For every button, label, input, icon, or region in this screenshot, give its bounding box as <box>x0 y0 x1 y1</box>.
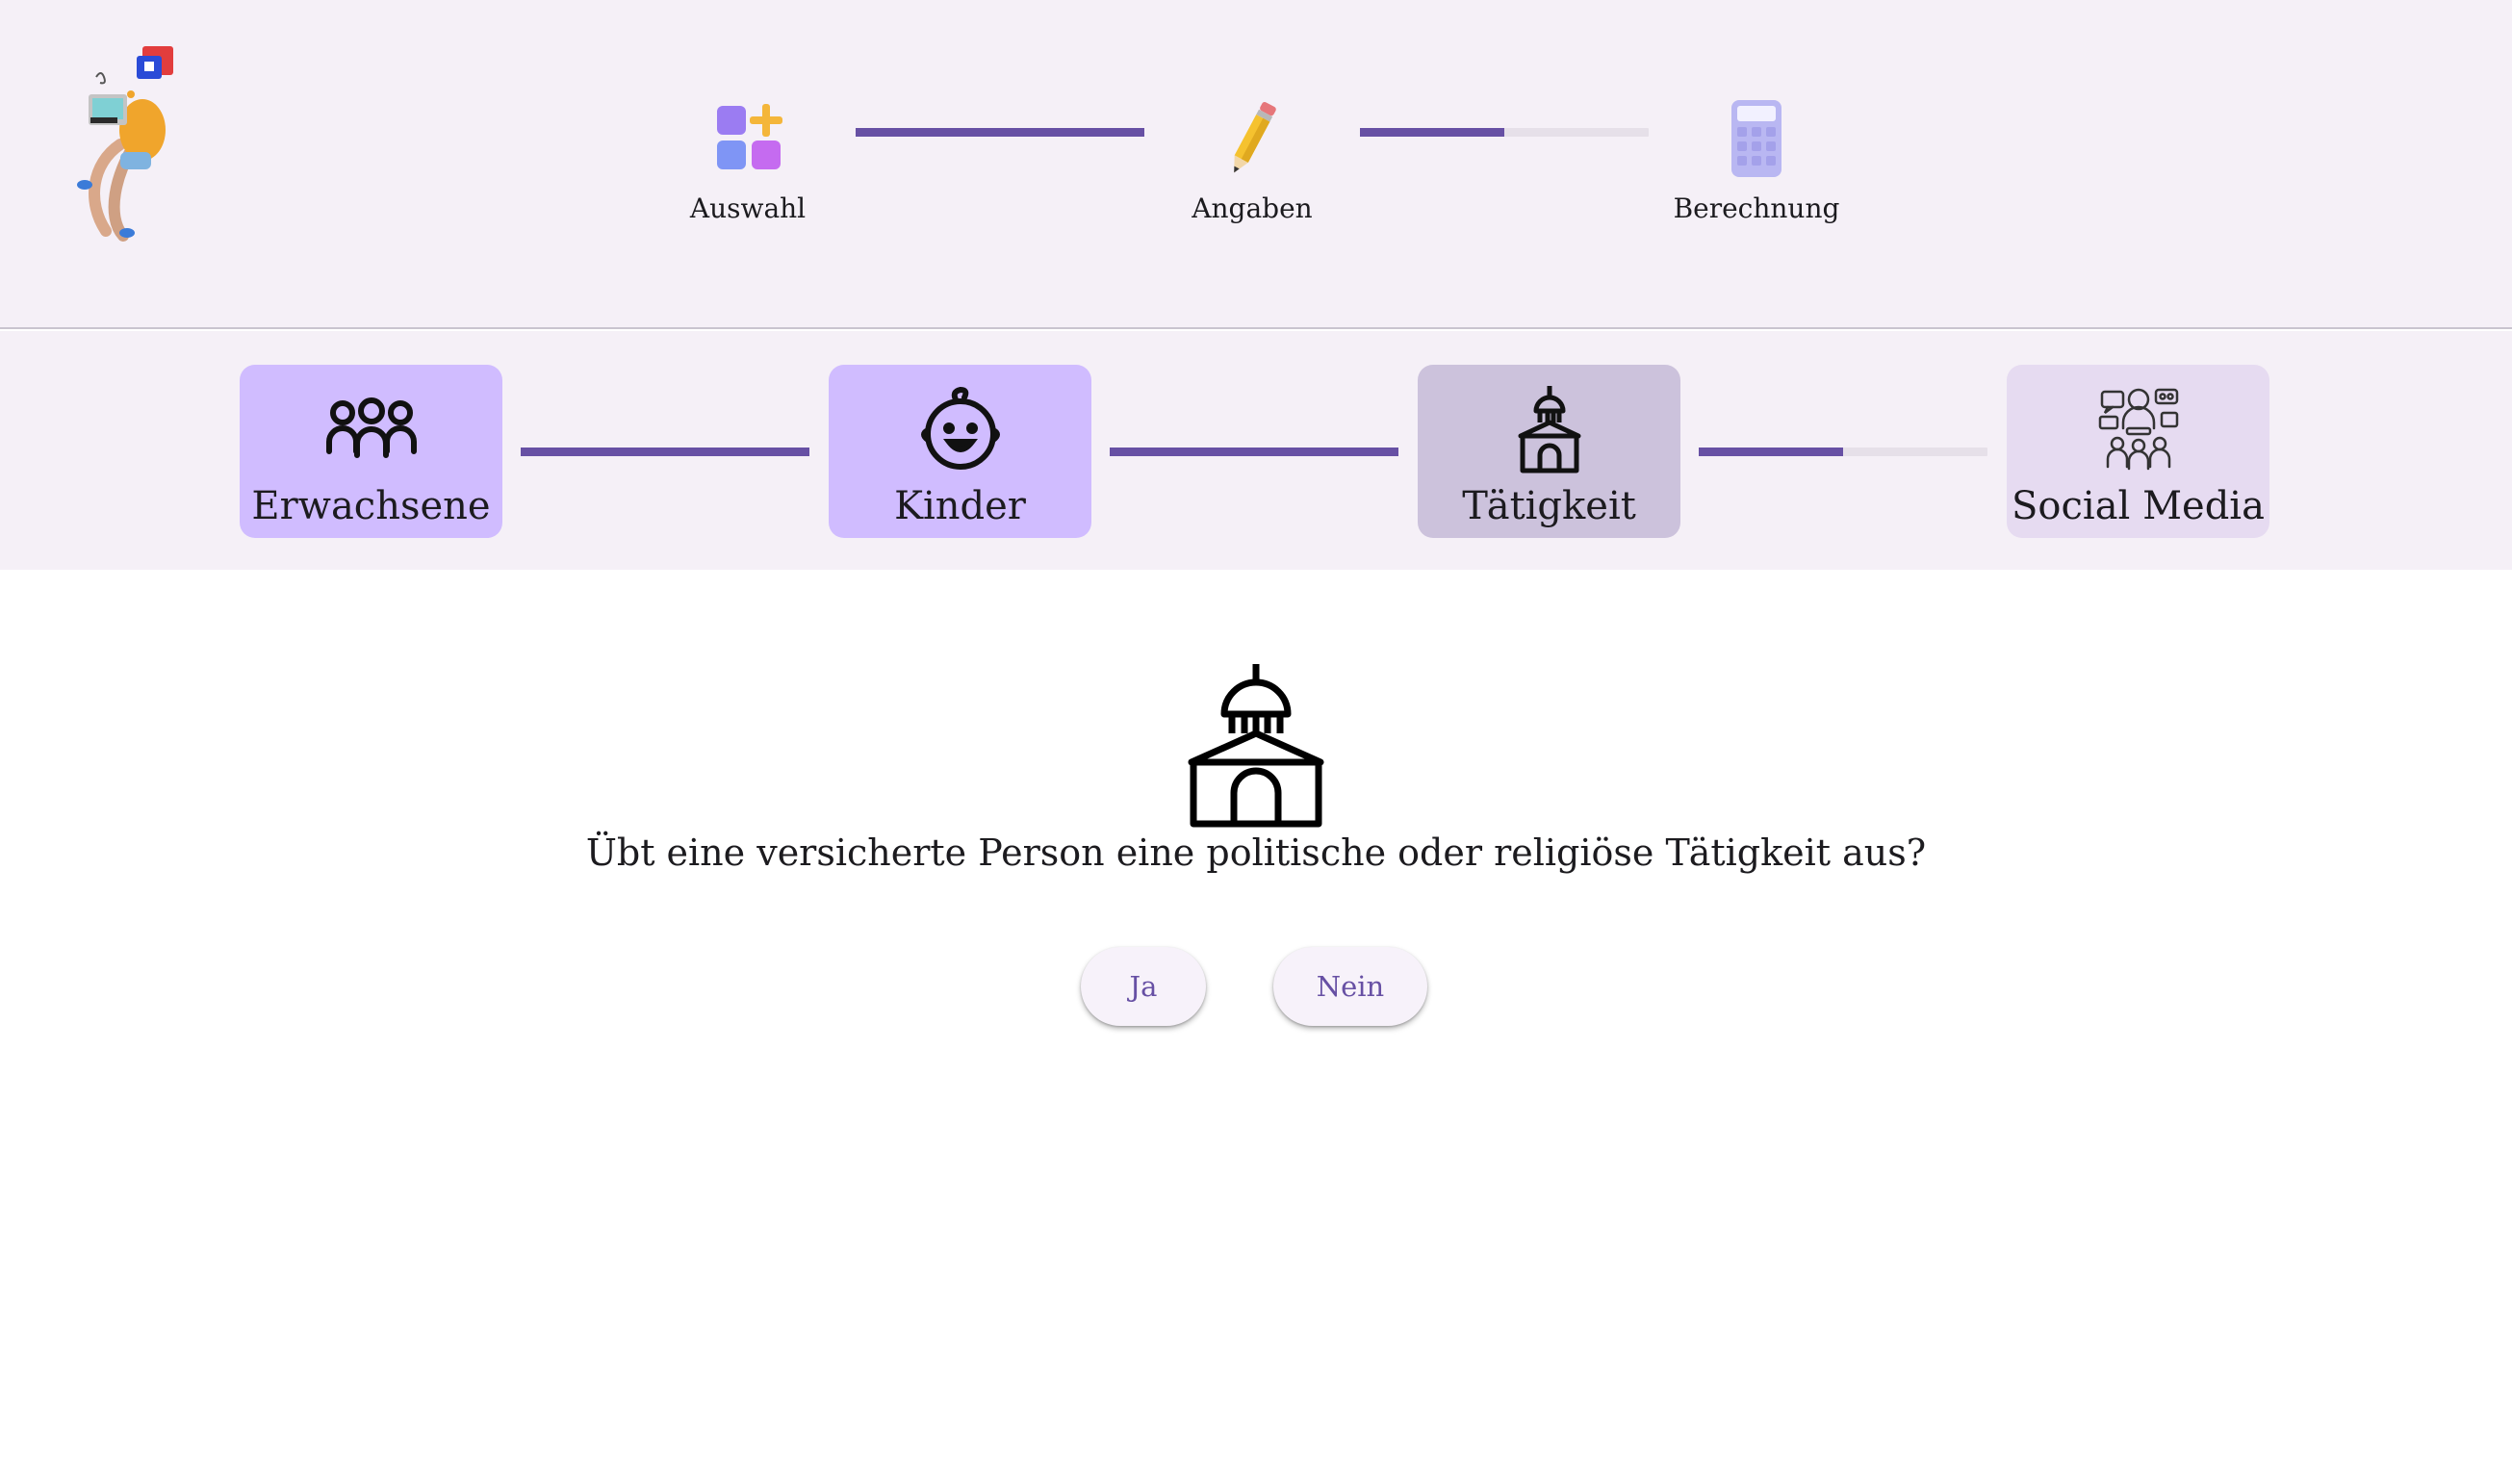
app-root: Auswahl Angaben Berechnung Erwachsene Ki… <box>0 0 2512 1484</box>
category-progress-3 <box>1699 448 1987 456</box>
category-erwachsene-label: Erwachsene <box>251 484 491 528</box>
step-progress-2-fill <box>1360 128 1504 137</box>
step-auswahl-label: Auswahl <box>689 192 807 224</box>
step-progress-1-fill <box>856 128 1144 137</box>
yes-button[interactable]: Ja <box>1081 947 1206 1026</box>
category-taetigkeit-label: Tätigkeit <box>1462 484 1636 528</box>
calculator-icon <box>1731 100 1781 177</box>
step-berechnung-label: Berechnung <box>1673 192 1840 224</box>
category-taetigkeit[interactable]: Tätigkeit <box>1418 365 1680 538</box>
social-media-influencer-icon <box>2098 388 2178 471</box>
category-progress-1-fill <box>521 448 809 456</box>
category-progress-1 <box>521 448 809 456</box>
category-social-media-label: Social Media <box>2012 484 2265 528</box>
category-kinder[interactable]: Kinder <box>829 365 1091 538</box>
baby-face-icon <box>920 386 1000 470</box>
category-progress-2 <box>1110 448 1398 456</box>
apps-plus-icon <box>717 104 782 169</box>
person-with-laptop-illustration <box>77 46 173 242</box>
step-progress-2 <box>1360 128 1649 137</box>
pencil-icon <box>1234 101 1276 173</box>
step-berechnung: Berechnung <box>1641 96 1872 224</box>
question-text: Übt eine versicherte Person eine politis… <box>585 832 1927 874</box>
no-button[interactable]: Nein <box>1273 947 1427 1026</box>
capitol-building-icon <box>1518 386 1580 473</box>
adults-group-icon <box>325 397 417 458</box>
question-panel: Übt eine versicherte Person eine politis… <box>0 570 2512 1484</box>
category-kinder-label: Kinder <box>894 484 1026 528</box>
category-progress-3-fill <box>1699 448 1843 456</box>
header: Auswahl Angaben Berechnung <box>0 0 2512 329</box>
step-angaben: Angaben <box>1137 96 1368 224</box>
capitol-building-icon <box>1188 664 1324 828</box>
step-auswahl: Auswahl <box>632 96 863 224</box>
category-progress-2-fill <box>1110 448 1398 456</box>
step-angaben-label: Angaben <box>1192 192 1313 224</box>
category-stepper: Erwachsene Kinder Tätigkeit Social Media <box>0 331 2512 570</box>
category-erwachsene[interactable]: Erwachsene <box>240 365 502 538</box>
category-social-media[interactable]: Social Media <box>2007 365 2269 538</box>
step-progress-1 <box>856 128 1144 137</box>
